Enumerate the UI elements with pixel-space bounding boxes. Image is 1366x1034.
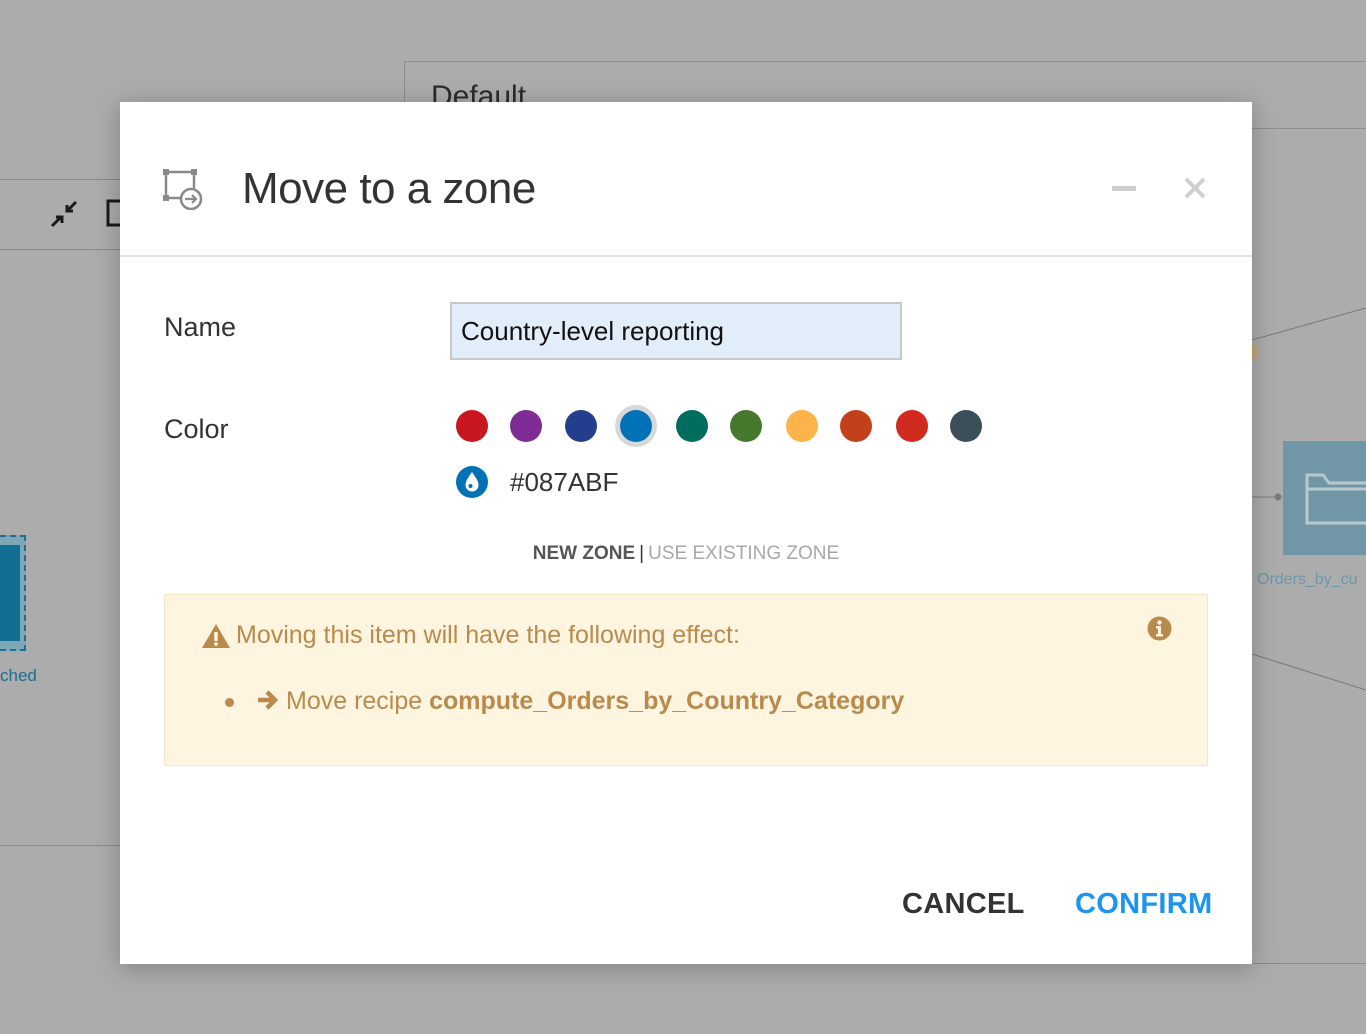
bullet: [225, 697, 234, 707]
color-drop-icon[interactable]: [456, 466, 488, 498]
dialog-title: Move to a zone: [242, 164, 536, 213]
confirm-button[interactable]: CONFIRM: [1075, 888, 1212, 921]
zone-move-icon: [163, 169, 203, 210]
warning-icon: [202, 624, 230, 648]
color-swatch-selected[interactable]: [620, 410, 652, 442]
color-swatch[interactable]: [676, 410, 708, 442]
info-icon[interactable]: [1147, 616, 1172, 641]
color-swatch[interactable]: [456, 410, 488, 442]
zone-mode-tabs: NEW ZONE | USE EXISTING ZONE: [120, 543, 1252, 565]
color-swatch[interactable]: [950, 410, 982, 442]
background-folder-node: [1283, 441, 1366, 555]
effect-title: Moving this item will have the following…: [236, 621, 740, 649]
folder-icon: [1305, 473, 1366, 525]
recipe-name: compute_Orders_by_Country_Category: [429, 687, 905, 715]
move-to-zone-dialog: Move to a zone Name Color #087ABF NEW ZO…: [120, 102, 1252, 964]
arrow-right-icon: [258, 690, 279, 710]
cancel-button[interactable]: CANCEL: [902, 888, 1025, 921]
dialog-header: Move to a zone: [120, 102, 1252, 257]
color-swatch[interactable]: [786, 410, 818, 442]
background-node-label: Orders_by_cu: [1257, 571, 1358, 588]
effect-action: Move recipe: [286, 687, 430, 715]
minimize-icon[interactable]: [1112, 186, 1136, 191]
close-icon[interactable]: [1182, 175, 1208, 201]
effect-warning-box: Moving this item will have the following…: [164, 594, 1208, 766]
zone-name-input[interactable]: [450, 302, 902, 360]
color-swatch[interactable]: [896, 410, 928, 442]
tab-separator: |: [639, 543, 645, 564]
color-label: Color: [164, 414, 229, 444]
color-swatch[interactable]: [840, 410, 872, 442]
tab-new-zone[interactable]: NEW ZONE: [533, 543, 635, 564]
hex-color-value[interactable]: #087ABF: [510, 467, 618, 498]
color-swatch[interactable]: [730, 410, 762, 442]
effect-list-item: Move recipe compute_Orders_by_Country_Ca…: [225, 687, 904, 716]
name-label: Name: [164, 312, 237, 342]
color-swatch[interactable]: [565, 410, 597, 442]
tab-use-existing-zone[interactable]: USE EXISTING ZONE: [648, 543, 839, 564]
color-swatch[interactable]: [510, 410, 542, 442]
